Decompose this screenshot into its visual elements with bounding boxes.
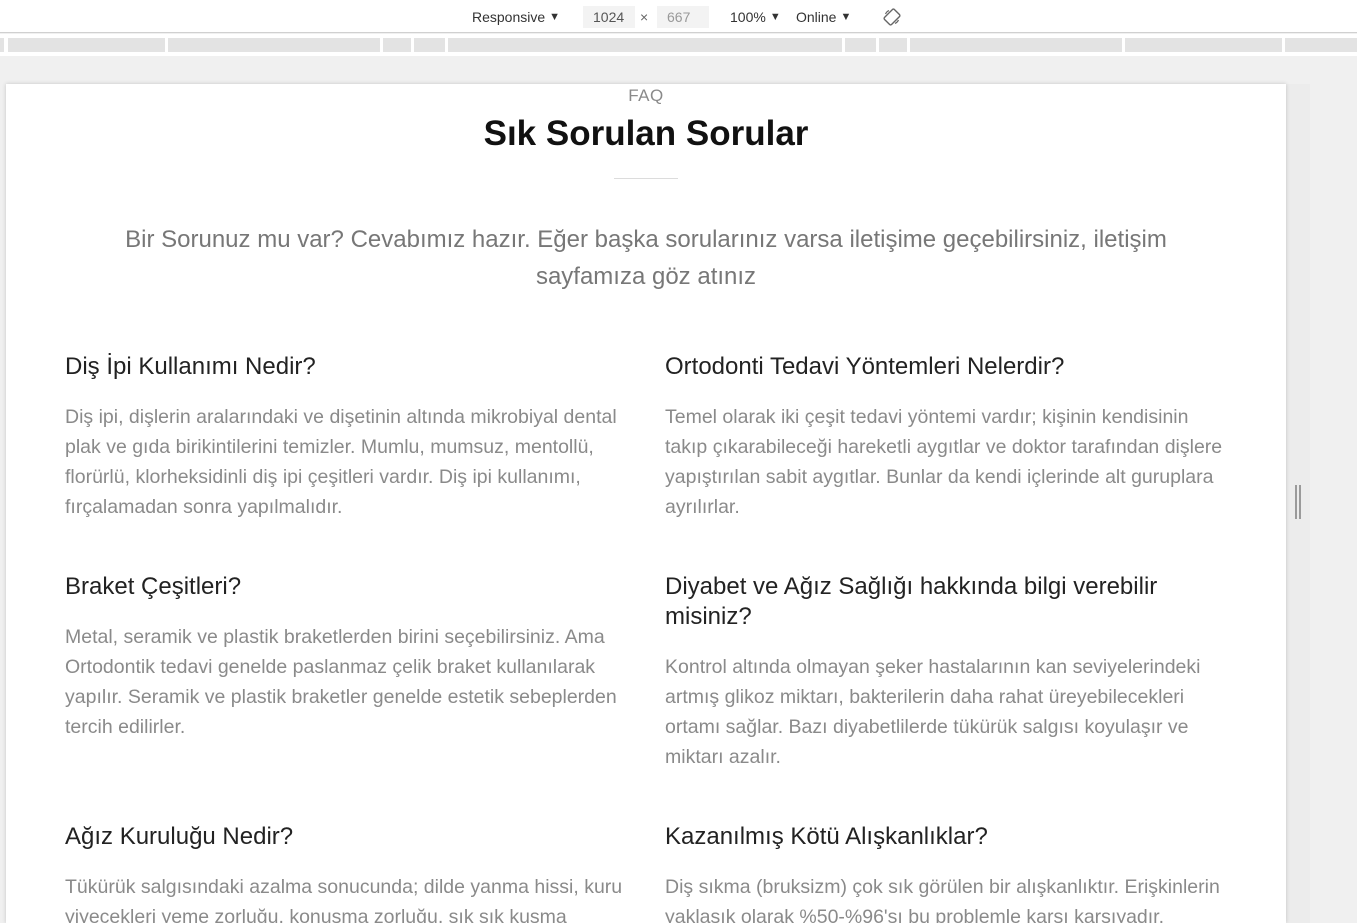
faq-item: Diş İpi Kullanımı Nedir? Diş ipi, dişler… <box>65 352 630 522</box>
media-query-segment[interactable] <box>414 38 445 52</box>
faq-answer: Metal, seramik ve plastik braketlerden b… <box>65 626 617 738</box>
caret-down-icon: ▼ <box>769 10 781 23</box>
media-query-segment[interactable] <box>1285 38 1357 52</box>
faq-answer: Diş ipi, dişlerin aralarındaki ve dişeti… <box>65 406 617 518</box>
resize-handle[interactable] <box>1294 485 1302 519</box>
emulated-viewport: FAQ Sık Sorulan Sorular Bir Sorunuz mu v… <box>6 84 1286 923</box>
media-query-segment[interactable] <box>168 38 380 52</box>
media-query-segment[interactable] <box>845 38 876 52</box>
resize-grip-line <box>1295 485 1297 519</box>
page-title: Sık Sorulan Sorular <box>483 114 809 153</box>
media-query-segment[interactable] <box>910 38 1122 52</box>
media-query-segment[interactable] <box>448 38 842 52</box>
faq-item: Braket Çeşitleri? Metal, seramik ve plas… <box>65 572 630 742</box>
section-kicker: FAQ <box>628 86 664 105</box>
network-select[interactable]: Online ▼ <box>796 0 851 33</box>
device-label: Responsive <box>472 8 546 25</box>
height-input[interactable]: 667 <box>657 5 709 28</box>
media-query-segment[interactable] <box>1125 38 1282 52</box>
faq-answer: Kontrol altında olmayan şeker hastaların… <box>665 656 1201 768</box>
section-lead: Bir Sorunuz mu var? Cevabımız hazır. Eğe… <box>125 226 1167 290</box>
faq-question: Kazanılmış Kötü Alışkanlıklar? <box>665 823 988 850</box>
faq-question: Ağız Kuruluğu Nedir? <box>65 823 294 850</box>
device-toolbar: Responsive ▼ 1024 × 667 100% ▼ Online ▼ <box>0 0 1357 33</box>
resize-grip-line <box>1299 485 1301 519</box>
faq-answer: Tükürük salgısındaki azalma sonucunda; d… <box>65 876 623 923</box>
caret-down-icon: ▼ <box>549 10 561 23</box>
faq-item: Ağız Kuruluğu Nedir? Tükürük salgısındak… <box>65 822 630 923</box>
faq-answer: Diş sıkma (bruksizm) çok sık görülen bir… <box>665 876 1220 923</box>
media-query-segment[interactable] <box>879 38 907 52</box>
dimension-separator: × <box>640 8 649 25</box>
title-divider <box>614 178 678 179</box>
faq-question: Braket Çeşitleri? <box>65 573 242 600</box>
rotate-icon[interactable] <box>882 7 902 27</box>
width-input[interactable]: 1024 <box>583 5 635 28</box>
caret-down-icon: ▼ <box>840 10 852 23</box>
device-select[interactable]: Responsive ▼ <box>472 0 560 33</box>
faq-item: Diyabet ve Ağız Sağlığı hakkında bilgi v… <box>665 572 1230 772</box>
faq-item: Ortodonti Tedavi Yöntemleri Nelerdir? Te… <box>665 352 1230 522</box>
zoom-label: 100% <box>730 8 766 25</box>
faq-question: Ortodonti Tedavi Yöntemleri Nelerdir? <box>665 353 1065 380</box>
faq-answer: Temel olarak iki çeşit tedavi yöntemi va… <box>665 406 1223 518</box>
faq-item: Kazanılmış Kötü Alışkanlıklar? Diş sıkma… <box>665 822 1230 923</box>
network-label: Online <box>796 8 837 25</box>
faq-question: Diyabet ve Ağız Sağlığı hakkında bilgi v… <box>665 573 1158 630</box>
media-query-segment[interactable] <box>8 38 165 52</box>
media-query-segment[interactable] <box>0 38 4 52</box>
media-query-bar <box>0 34 1357 56</box>
media-query-segment[interactable] <box>383 38 411 52</box>
zoom-select[interactable]: 100% ▼ <box>730 0 781 33</box>
faq-question: Diş İpi Kullanımı Nedir? <box>65 353 316 380</box>
